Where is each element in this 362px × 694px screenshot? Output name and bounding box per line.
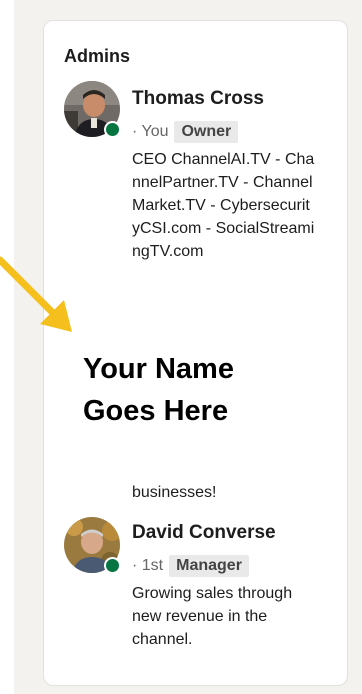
left-panel-edge (0, 0, 14, 694)
overlay-line-1: Your Name (83, 353, 234, 385)
page: Admins Thomas Cross · You Owner CEO Chan… (0, 0, 362, 694)
avatar-thomas-cross[interactable] (64, 81, 121, 138)
section-title: Admins (64, 46, 131, 66)
connection-degree: · You (132, 123, 169, 140)
headline-tail: businesses! (132, 484, 217, 501)
admin-headline-david-converse: Growing sales through new revenue in the… (132, 585, 293, 648)
overlay-line-2: Goes Here (83, 395, 229, 427)
admin-meta-david-converse: · 1st Manager (132, 555, 249, 577)
avatar-david-converse[interactable] (64, 517, 121, 574)
connection-degree: · 1st (132, 557, 164, 574)
admin-name-david-converse[interactable]: David Converse (132, 522, 276, 544)
admin-meta-thomas-cross: · You Owner (132, 121, 239, 143)
online-status-dot (104, 121, 121, 138)
admin-name-thomas-cross[interactable]: Thomas Cross (132, 88, 264, 110)
arrow-pointer-icon (0, 256, 72, 332)
name-placeholder-overlay: Your Name Goes Here (83, 350, 234, 434)
online-status-dot (104, 557, 121, 574)
admin-headline-thomas-cross: CEO ChannelAI.TV - ChannelPartner.TV - C… (132, 151, 315, 260)
role-badge-owner: Owner (174, 121, 239, 143)
role-badge-manager: Manager (169, 555, 249, 577)
